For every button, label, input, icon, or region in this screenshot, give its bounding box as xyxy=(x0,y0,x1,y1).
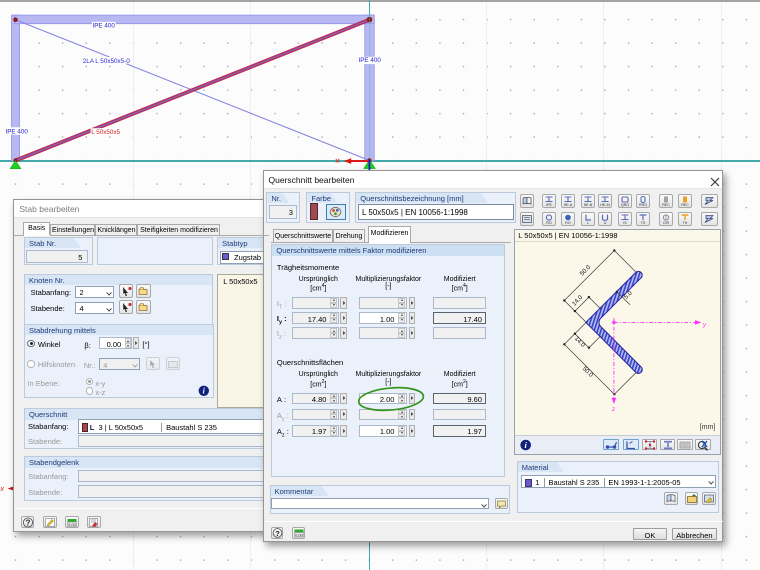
svg-text:?: ? xyxy=(275,528,280,537)
svg-text:RO: RO xyxy=(546,221,552,225)
svg-text:CIR: CIR xyxy=(662,221,669,225)
svg-text:QRO: QRO xyxy=(620,203,628,207)
svg-text:U: U xyxy=(604,221,607,225)
svg-text:z: z xyxy=(611,407,615,413)
svg-text:0.00: 0.00 xyxy=(295,532,304,537)
svg-text:HE-B: HE-B xyxy=(583,203,592,207)
svg-text:y: y xyxy=(702,322,707,328)
svg-text:14.0: 14.0 xyxy=(573,335,587,349)
svg-text:HE-A: HE-A xyxy=(564,203,573,207)
svg-text:x: x xyxy=(0,486,5,493)
svg-text:14.0: 14.0 xyxy=(571,293,585,307)
svg-text:50.0: 50.0 xyxy=(579,263,593,277)
svg-text:TH: TH xyxy=(683,221,688,225)
svg-text:RO: RO xyxy=(565,221,571,225)
svg-text:IPE 400: IPE 400 xyxy=(5,129,28,136)
svg-text:TS: TS xyxy=(641,221,646,225)
svg-text:?: ? xyxy=(25,518,30,527)
svg-text:REC: REC xyxy=(681,203,689,207)
svg-text:IS: IS xyxy=(623,221,627,225)
svg-text:L 50x50x5: L 50x50x5 xyxy=(91,129,120,136)
svg-text:IPE: IPE xyxy=(546,203,552,207)
svg-text:RRO: RRO xyxy=(639,203,647,207)
svg-text:HE-M: HE-M xyxy=(600,203,609,207)
svg-text:L: L xyxy=(587,221,589,225)
svg-text:2LA L 50x50x5-0: 2LA L 50x50x5-0 xyxy=(83,58,131,65)
svg-text:50.0: 50.0 xyxy=(581,365,595,379)
svg-text:REC: REC xyxy=(662,203,670,207)
svg-text:IPE 400: IPE 400 xyxy=(92,22,115,29)
svg-text:0.00: 0.00 xyxy=(68,521,77,526)
